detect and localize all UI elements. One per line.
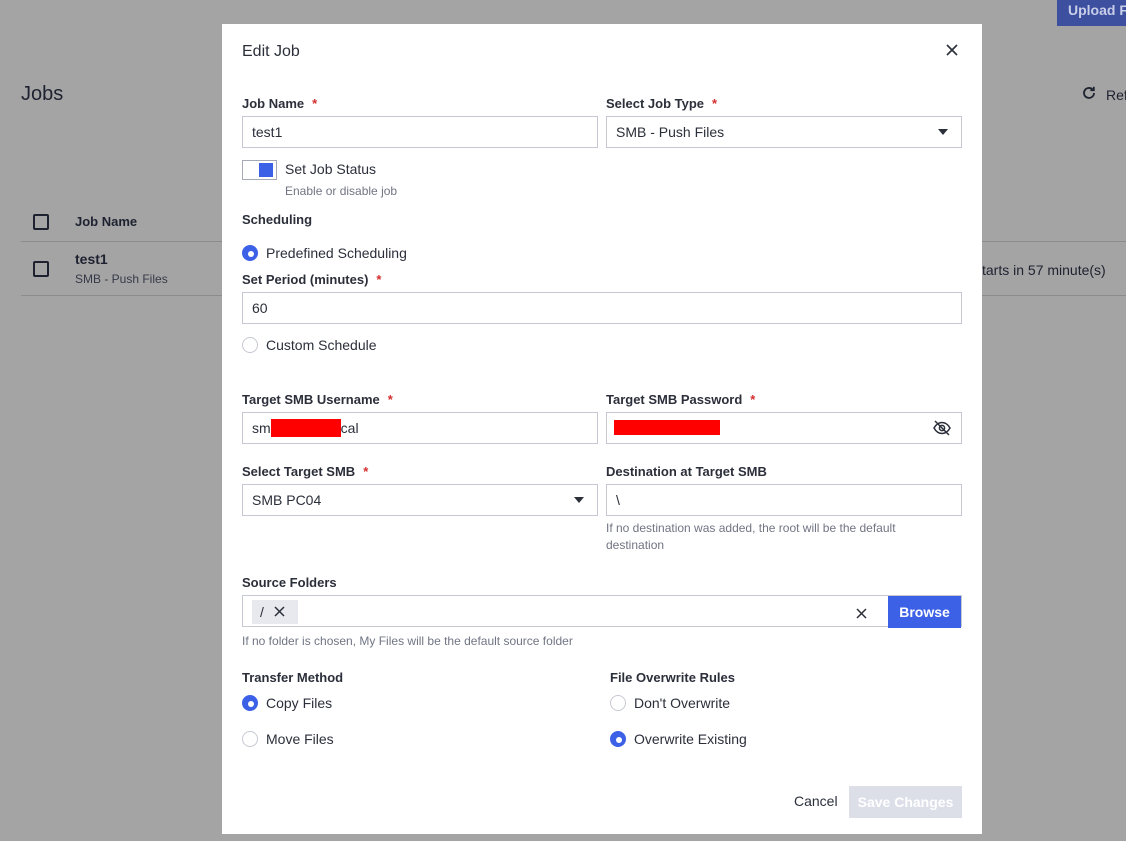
job-type-label-text: Select Job Type [606,96,705,111]
required-mark: * [712,96,718,111]
predefined-scheduling-radio[interactable]: Predefined Scheduling [242,245,407,261]
destination-hint-line-2: destination [606,538,665,552]
select-all-checkbox [33,213,49,230]
required-mark: * [376,272,382,287]
password-redaction [614,420,720,435]
job-type-value: SMB - Push Files [616,124,725,140]
predefined-scheduling-label: Predefined Scheduling [266,245,407,261]
custom-schedule-radio[interactable]: Custom Schedule [242,337,377,353]
row-next-run: tarts in 57 minute(s) [982,262,1106,278]
radio-unchecked-icon [242,337,258,353]
refresh-icon [1081,85,1097,104]
row-job-type: SMB - Push Files [75,272,168,286]
required-mark: * [363,464,369,479]
overwrite-rules-label: File Overwrite Rules [610,670,735,685]
remove-chip-icon[interactable] [274,604,285,620]
required-mark: * [312,96,318,111]
job-name-value: test1 [252,124,283,140]
job-status-toggle[interactable] [242,160,277,180]
job-name-input[interactable]: test1 [242,116,598,148]
username-label-text: Target SMB Username [242,392,380,407]
source-folder-chip-label: / [260,604,264,620]
radio-unchecked-icon [242,731,258,747]
row-job-cell: test1 SMB - Push Files [75,251,168,286]
job-type-label: Select Job Type * [606,96,717,111]
required-mark: * [750,392,756,407]
chevron-down-icon [938,129,948,135]
job-status-hint: Enable or disable job [285,184,398,198]
cancel-button[interactable]: Cancel [794,793,838,809]
radio-checked-icon [242,245,258,261]
custom-schedule-label: Custom Schedule [266,337,377,353]
refresh-button: Ref [1081,85,1126,104]
username-prefix: sm [252,420,271,436]
upload-files-label: Upload Fi [1068,2,1126,18]
username-redaction [270,419,341,437]
period-label-text: Set Period (minutes) [242,272,369,287]
row-checkbox [33,260,49,277]
close-button[interactable] [943,43,961,61]
copy-files-label: Copy Files [266,695,333,711]
browse-button[interactable]: Browse [888,596,961,628]
transfer-method-label: Transfer Method [242,670,344,685]
edit-job-dialog: Edit Job Job Name * test1 Select Job Type… [222,24,982,834]
password-label: Target SMB Password * [606,392,755,407]
move-files-label: Move Files [266,731,334,747]
move-files-radio[interactable]: Move Files [242,731,334,747]
destination-value: \ [616,492,620,508]
refresh-label: Ref [1106,86,1126,103]
clear-icon[interactable] [856,606,867,622]
destination-input[interactable]: \ [606,484,962,516]
job-name-label-text: Job Name [242,96,305,111]
overwrite-existing-label: Overwrite Existing [634,731,747,747]
source-folder-chip[interactable]: / [252,600,298,624]
source-folders-input[interactable]: / Browse [242,595,962,628]
period-value: 60 [252,300,268,316]
row-job-name: test1 [75,251,108,267]
eye-off-icon[interactable] [933,420,951,439]
destination-hint: If no destination was added, the root wi… [606,520,896,554]
radio-checked-icon [242,695,258,711]
target-smb-label-text: Select Target SMB [242,464,356,479]
target-smb-value: SMB PC04 [252,492,322,508]
toggle-knob [259,163,273,177]
username-suffix: cal [340,420,359,436]
radio-checked-icon [610,731,626,747]
upload-files-button: Upload Fi [1057,0,1126,26]
job-type-select[interactable]: SMB - Push Files [606,116,962,148]
period-label: Set Period (minutes) * [242,272,381,287]
dont-overwrite-radio[interactable]: Don't Overwrite [610,695,730,711]
password-input[interactable] [606,412,962,444]
dont-overwrite-label: Don't Overwrite [634,695,731,711]
page-title: Jobs [21,83,64,105]
username-input[interactable]: sm cal [242,412,598,444]
period-input[interactable]: 60 [242,292,962,324]
dialog-title: Edit Job [242,43,300,60]
scheduling-label: Scheduling [242,212,313,227]
job-name-label: Job Name * [242,96,317,111]
radio-unchecked-icon [610,695,626,711]
username-label: Target SMB Username * [242,392,393,407]
overwrite-existing-radio[interactable]: Overwrite Existing [610,731,747,747]
required-mark: * [387,392,393,407]
destination-hint-line-1: If no destination was added, the root wi… [606,521,896,535]
target-smb-select[interactable]: SMB PC04 [242,484,598,516]
destination-label: Destination at Target SMB [606,464,767,479]
source-folders-label: Source Folders [242,575,337,590]
copy-files-radio[interactable]: Copy Files [242,695,332,711]
chevron-down-icon [574,497,584,503]
job-status-label: Set Job Status [285,161,377,177]
column-job-name: Job Name [75,214,138,229]
target-smb-label: Select Target SMB * [242,464,368,479]
close-icon [946,43,958,61]
source-folders-hint: If no folder is chosen, My Files will be… [242,634,573,648]
save-changes-button[interactable]: Save Changes [849,786,962,818]
password-label-text: Target SMB Password [606,392,743,407]
